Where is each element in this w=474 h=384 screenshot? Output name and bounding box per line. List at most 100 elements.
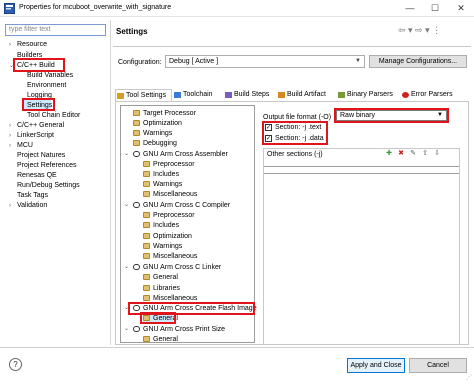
nav-item-environment[interactable]: Environment [27,81,66,90]
nav-item-mcu[interactable]: › MCU [9,141,33,150]
move-down-icon[interactable]: ⇩ [433,150,441,158]
tab-label: Error Parsers [411,91,453,98]
cancel-button[interactable]: Cancel [409,358,467,373]
collapse-arrow-icon[interactable]: ⌄ [124,325,129,334]
gear-icon [133,110,140,116]
tree-item-includes[interactable]: Includes [143,221,179,230]
maximize-button[interactable]: ☐ [423,0,447,17]
tree-item-libraries[interactable]: Libraries [143,284,180,293]
expand-arrow-icon[interactable]: › [9,142,17,151]
tree-item-gnu-print-size[interactable]: ⌄ GNU Arm Cross Print Size [124,325,225,334]
tree-label: Miscellaneous [153,295,198,302]
nav-item-renesas-qe[interactable]: Renesas QE [17,171,57,180]
expand-arrow-icon[interactable]: › [9,122,17,131]
tree-item-gnu-c-linker[interactable]: ⌄ GNU Arm Cross C Linker [124,263,221,272]
nav-item-build-variables[interactable]: Build Variables [27,71,73,80]
tree-item-general[interactable]: General [143,273,178,282]
output-format-label: Output file format (-O) [263,114,332,121]
nav-label: Task Tags [17,192,48,199]
highlight-box-sections [262,121,328,145]
edit-icon[interactable]: ✎ [409,150,417,158]
nav-label: MCU [17,142,33,149]
tree-item-warnings[interactable]: Warnings [143,242,182,251]
tab-build-artifact[interactable]: Build Artifact [277,89,335,101]
tool-settings-icon [117,93,124,99]
highlight-box-settings [22,98,55,111]
divider [113,46,471,47]
tree-item-warnings[interactable]: Warnings [143,180,182,189]
tab-build-steps[interactable]: Build Steps [224,89,276,101]
nav-item-resource[interactable]: › Resource [9,40,47,49]
tab-bar: Tool Settings Toolchain Build Steps Buil… [115,89,469,101]
nav-item-validation[interactable]: › Validation [9,201,47,210]
nav-item-cpp-general[interactable]: › C/C++ General [9,121,64,130]
build-artifact-icon [278,92,285,98]
tree-item-miscellaneous[interactable]: Miscellaneous [143,252,197,261]
tab-error-parsers[interactable]: Error Parsers [401,89,463,101]
tree-label: Includes [153,222,180,229]
nav-item-project-references[interactable]: Project References [17,161,77,170]
tree-item-miscellaneous[interactable]: Miscellaneous [143,190,197,199]
tab-label: Binary Parsers [347,91,393,98]
collapse-arrow-icon[interactable]: ⌄ [124,201,129,210]
toolchain-icon [174,92,181,98]
tree-item-optimization[interactable]: Optimization [133,119,182,128]
tree-item-debugging[interactable]: Debugging [133,139,177,148]
move-up-icon[interactable]: ⇧ [421,150,429,158]
gnu-tool-icon [133,202,140,208]
collapse-arrow-icon[interactable]: ⌄ [124,263,129,272]
gear-icon [143,285,150,291]
tree-item-preprocessor[interactable]: Preprocessor [143,160,195,169]
tree-item-gnu-assembler[interactable]: ⌄ GNU Arm Cross Assembler [124,150,228,159]
gear-icon [143,243,150,249]
build-steps-icon [225,92,232,98]
nav-label: Validation [17,202,48,209]
tab-toolchain[interactable]: Toolchain [173,89,223,101]
tab-label: Build Artifact [287,91,326,98]
expand-arrow-icon[interactable]: › [9,41,17,50]
window-title: Properties for mcuboot_overwrite_with_si… [19,4,172,11]
delete-icon[interactable]: ✖ [397,150,405,158]
tree-item-optimization[interactable]: Optimization [143,232,192,241]
tree-label: Warnings [153,181,183,188]
history-nav-arrows[interactable]: ⇦ ▾ ⇨ ▾ ⋮ [398,25,441,36]
pane-divider[interactable] [110,20,111,345]
tree-item-general[interactable]: General [143,335,178,344]
nav-item-linkerscript[interactable]: › LinkerScript [9,131,54,140]
gear-icon [143,274,150,280]
filter-input[interactable]: type filter text [5,24,106,36]
apply-and-close-button[interactable]: Apply and Close [347,358,405,373]
nav-item-project-natures[interactable]: Project Natures [17,151,65,160]
tree-label: Debugging [143,140,177,147]
resize-grip-icon[interactable]: ⋰ [466,374,472,381]
nav-item-tool-chain-editor[interactable]: Tool Chain Editor [27,111,80,120]
tree-item-gnu-c-compiler[interactable]: ⌄ GNU Arm Cross C Compiler [124,201,231,210]
gear-icon [143,212,150,218]
tree-item-target-processor[interactable]: Target Processor [133,109,196,118]
nav-label: Environment [27,82,67,89]
gear-icon [143,233,150,239]
expand-arrow-icon[interactable]: › [9,202,17,211]
configuration-select[interactable]: Debug [ Active ] ▼ [165,55,365,68]
minimize-button[interactable]: — [398,0,422,17]
tree-label: Includes [153,171,180,178]
gear-icon [143,222,150,228]
manage-configurations-button[interactable]: Manage Configurations... [369,55,467,68]
nav-item-run-debug-settings[interactable]: Run/Debug Settings [17,181,80,190]
help-button[interactable]: ? [9,358,22,371]
add-icon[interactable]: ✚ [385,150,393,158]
close-button[interactable]: ✕ [449,0,473,17]
nav-item-task-tags[interactable]: Task Tags [17,191,48,200]
gear-icon [143,181,150,187]
tree-label: GNU Arm Cross C Compiler [143,202,231,209]
other-sections-list[interactable] [264,166,459,174]
tree-item-includes[interactable]: Includes [143,170,179,179]
tab-tool-settings[interactable]: Tool Settings [115,89,172,101]
tree-item-warnings[interactable]: Warnings [133,129,172,138]
tree-item-preprocessor[interactable]: Preprocessor [143,211,195,220]
collapse-arrow-icon[interactable]: ⌄ [124,150,129,159]
binary-parsers-icon [338,92,345,98]
tab-binary-parsers[interactable]: Binary Parsers [337,89,400,101]
tree-label: General [153,336,178,343]
expand-arrow-icon[interactable]: › [9,132,17,141]
